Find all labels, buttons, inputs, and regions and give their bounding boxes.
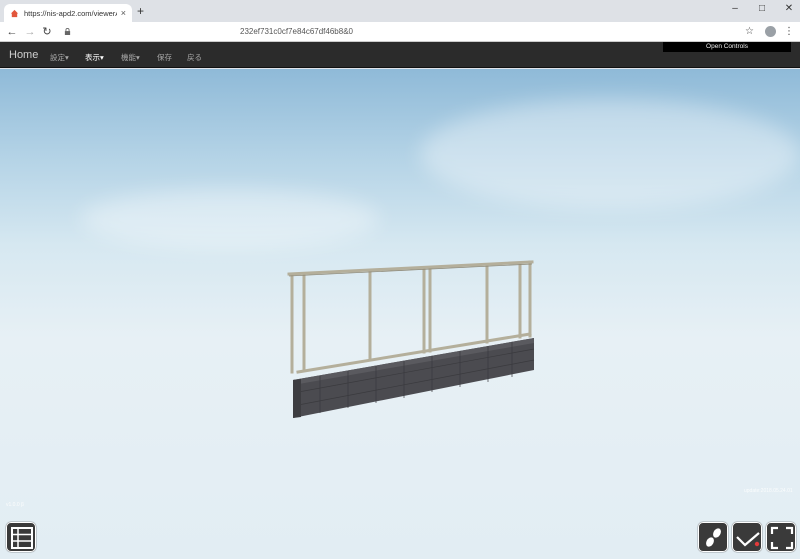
browser-tabstrip: https://nis-apd2.com/viewerApp × + – □ ✕ (0, 0, 800, 22)
menu-settings[interactable]: 設定▾ (50, 52, 69, 63)
browser-toolbar: ← → ↻ 232ef731c0cf7e84c67df46b8&0 ☆ ⋮ (0, 22, 800, 42)
reload-icon[interactable]: ↻ (40, 25, 54, 39)
3d-viewport[interactable]: v1.0.0 β update:2018.05.24.01 (0, 69, 800, 559)
maximize-button[interactable]: □ (752, 3, 772, 14)
fullscreen-button[interactable] (766, 522, 796, 552)
forward-icon[interactable]: → (23, 25, 37, 39)
minimize-button[interactable]: – (725, 3, 745, 14)
back-icon[interactable]: ← (5, 25, 19, 39)
open-controls-button[interactable]: Open Controls (663, 42, 791, 52)
measure-button[interactable] (732, 522, 762, 552)
version-label-right: update:2018.05.24.01 (744, 488, 793, 494)
browser-tab[interactable]: https://nis-apd2.com/viewerApp × (4, 4, 132, 22)
list-icon (11, 527, 33, 549)
list-button[interactable] (6, 522, 36, 552)
tab-close-icon[interactable]: × (121, 8, 126, 18)
version-label-left: v1.0.0 β (6, 502, 24, 508)
menu-view[interactable]: 表示▾ (85, 52, 104, 63)
walk-mode-button[interactable] (698, 522, 728, 552)
menu-back[interactable]: 戻る (187, 52, 202, 63)
measure-icon (736, 532, 760, 547)
block-wall (292, 338, 535, 418)
fullscreen-icon (770, 526, 794, 550)
menu-save[interactable]: 保存 (157, 52, 172, 63)
close-window-button[interactable]: ✕ (779, 3, 799, 14)
lock-icon (64, 28, 71, 35)
address-bar[interactable]: 232ef731c0cf7e84c67df46b8&0 (240, 27, 353, 36)
new-tab-button[interactable]: + (137, 5, 144, 17)
fence-model (287, 260, 535, 418)
footprints-icon (706, 528, 721, 547)
house-favicon-icon (10, 9, 19, 17)
tab-title: https://nis-apd2.com/viewerApp (24, 8, 117, 18)
home-link[interactable]: Home (9, 49, 38, 61)
browser-menu-icon[interactable]: ⋮ (784, 25, 794, 39)
bookmark-star-icon[interactable]: ☆ (745, 25, 754, 39)
menu-functions[interactable]: 機能▾ (121, 52, 140, 63)
profile-avatar-icon[interactable] (765, 26, 776, 37)
